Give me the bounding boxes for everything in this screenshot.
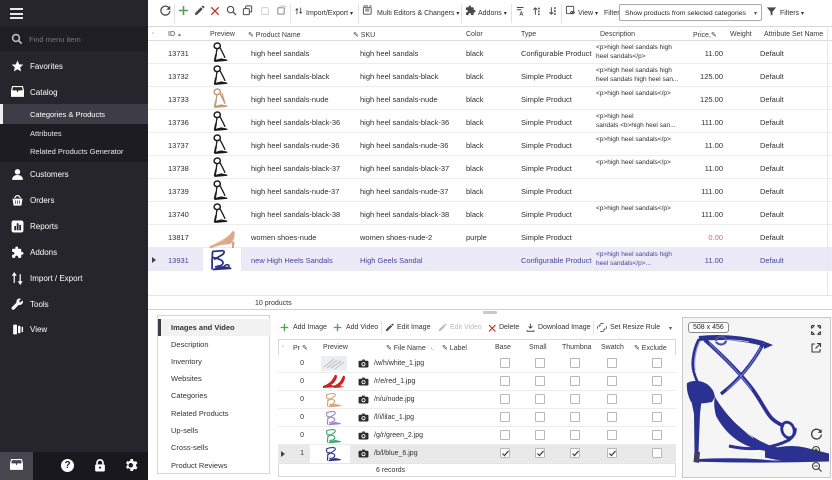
svg-text:A: A — [519, 12, 524, 16]
